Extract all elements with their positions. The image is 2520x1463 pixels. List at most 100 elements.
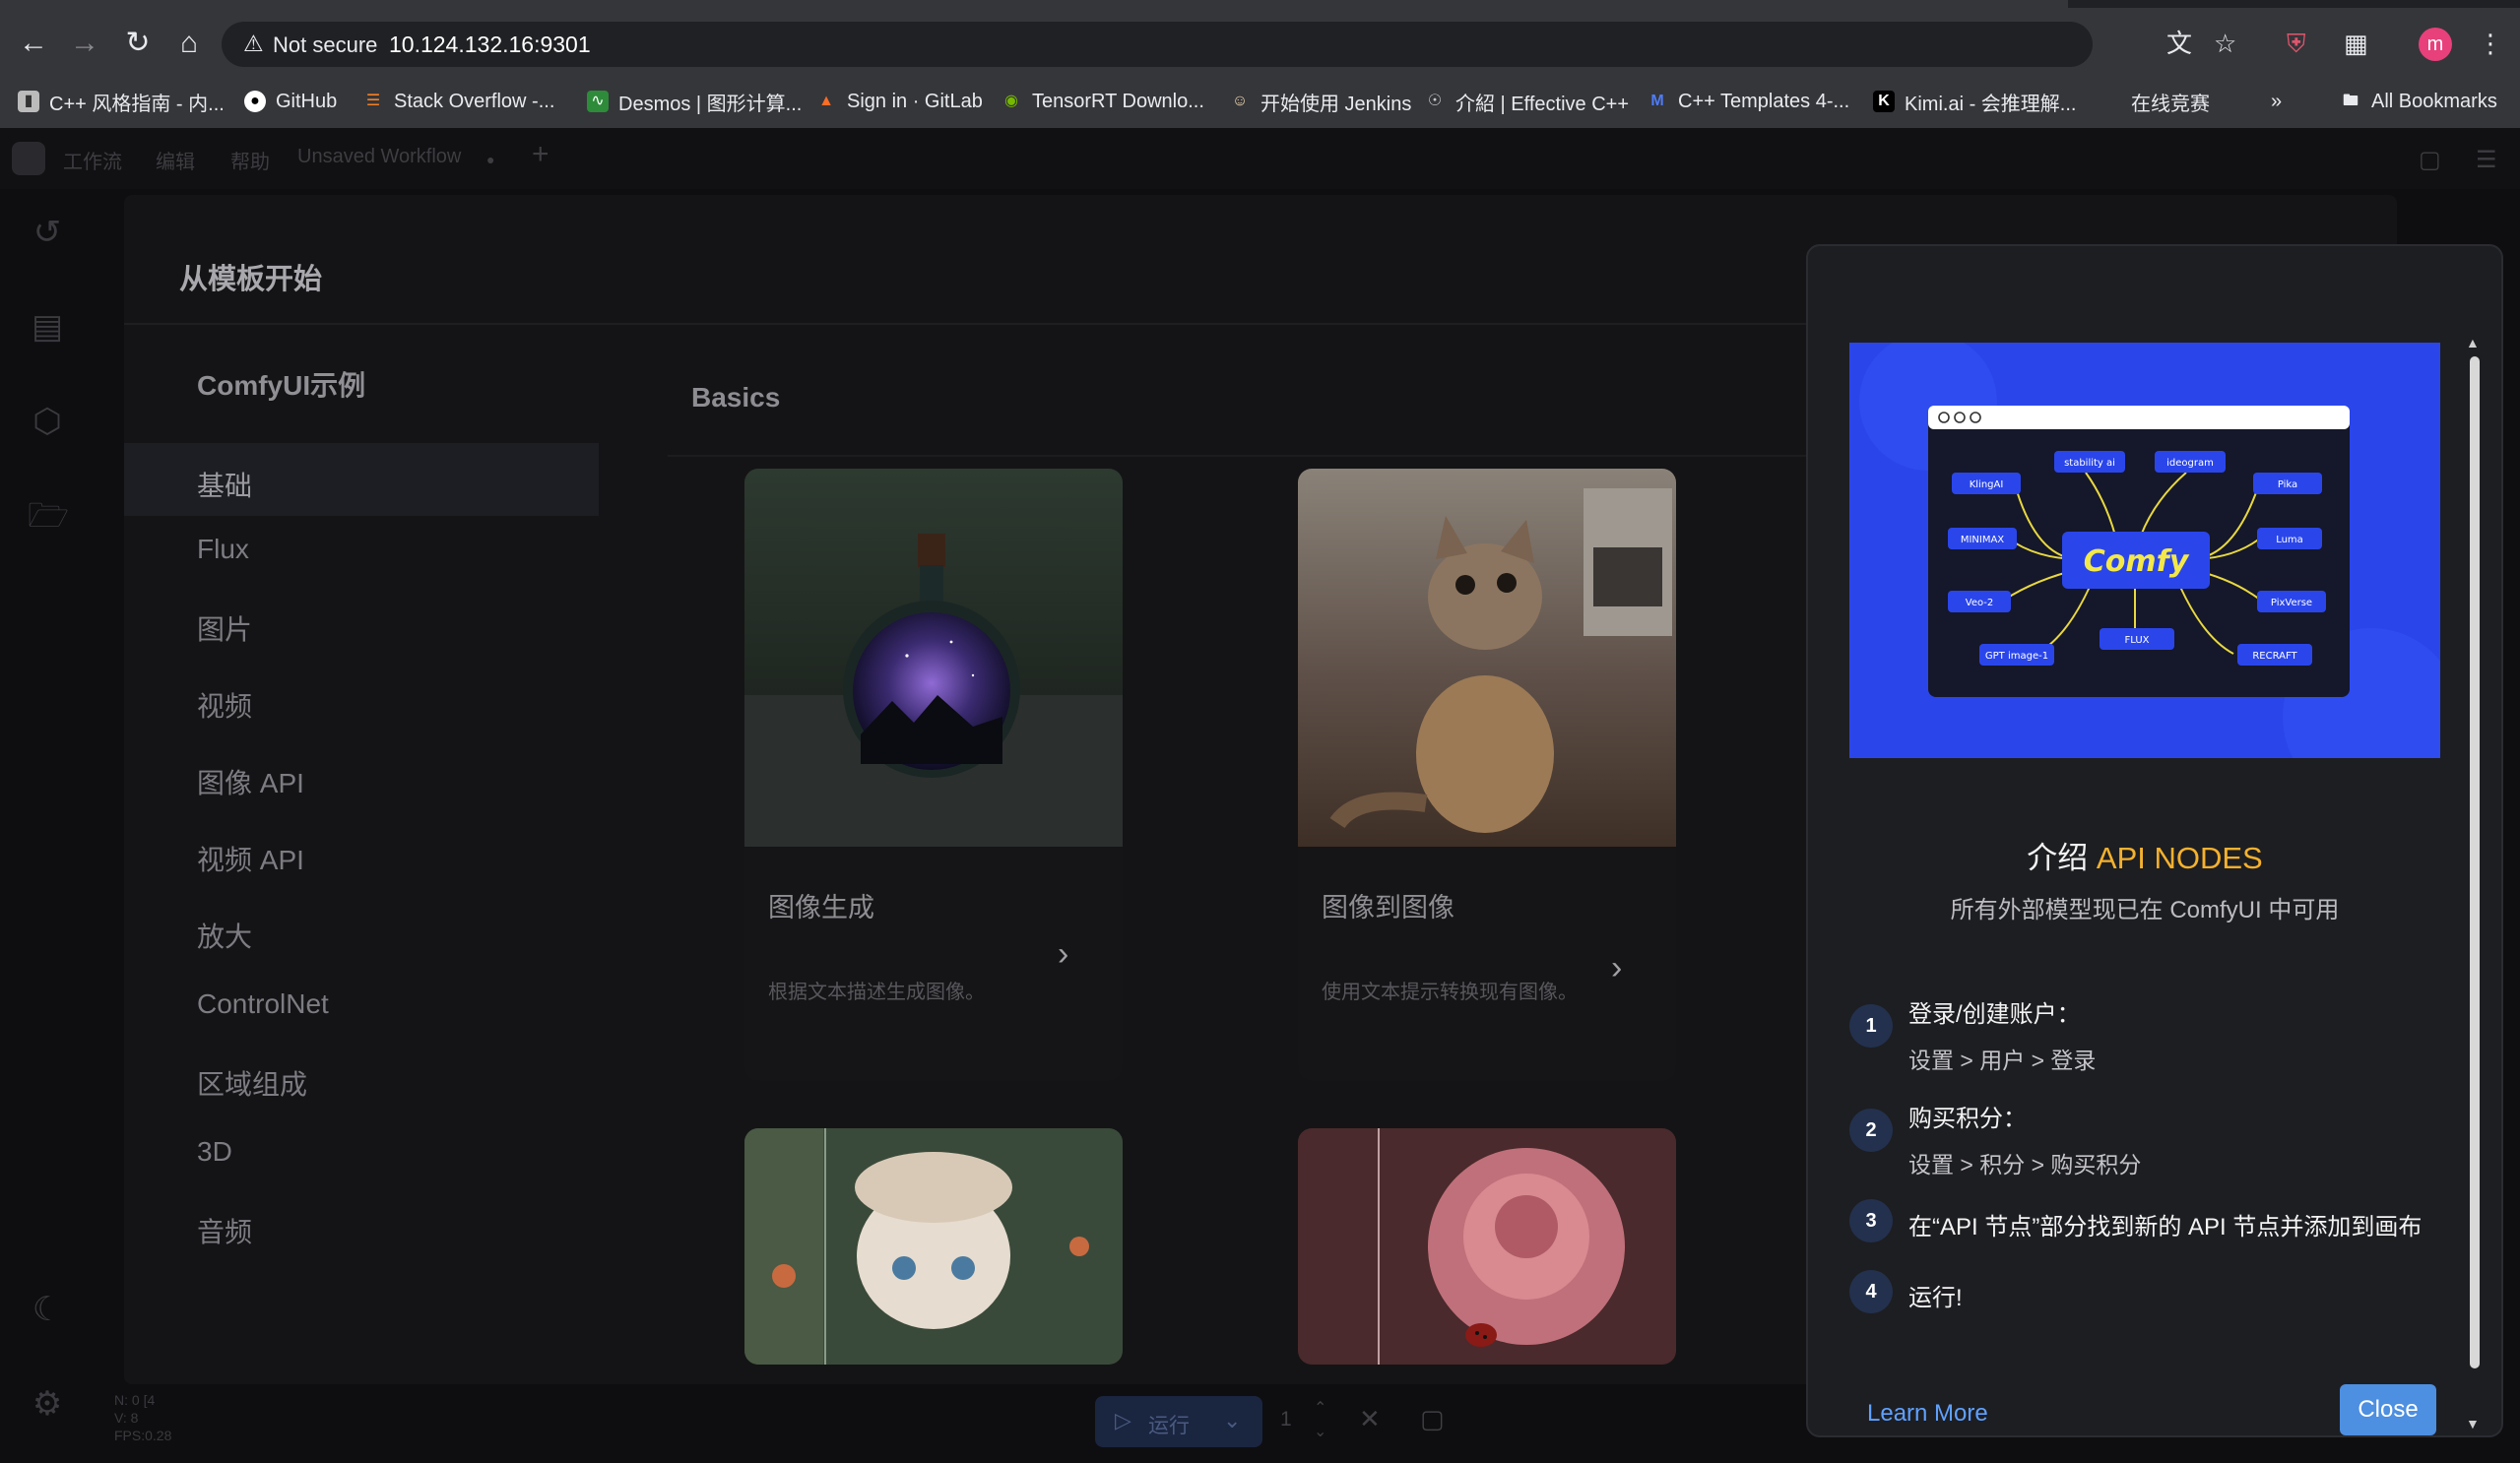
comfy-logo-icon[interactable] bbox=[12, 142, 45, 175]
menu-help[interactable]: 帮助 bbox=[230, 146, 270, 174]
globe-icon: ☉ bbox=[1427, 93, 1443, 109]
folder-icon: 🖿 bbox=[2342, 93, 2358, 109]
active-tab[interactable] bbox=[0, 0, 2068, 8]
translate-icon[interactable]: 文 bbox=[2166, 24, 2192, 63]
stepper-down-icon[interactable]: ⌄ bbox=[1314, 1422, 1326, 1441]
category-image[interactable]: 图片 bbox=[197, 608, 252, 648]
m-logo-icon: M bbox=[1650, 93, 1664, 109]
scrollbar-thumb[interactable] bbox=[2470, 356, 2480, 1368]
address-bar[interactable]: ⚠ Not secure 10.124.132.16:9301 bbox=[222, 22, 2093, 67]
unsaved-dot-icon: ● bbox=[486, 152, 495, 167]
more-menu-icon[interactable]: ⋮ bbox=[2478, 24, 2503, 63]
bookmark-item[interactable]: ▮ C++ 风格指南 - 内... bbox=[18, 85, 225, 118]
gitlab-icon: ▲ bbox=[818, 93, 834, 109]
add-tab-icon[interactable]: + bbox=[532, 138, 549, 171]
scroll-up-icon[interactable]: ▲ bbox=[2466, 335, 2480, 350]
home-icon[interactable]: ⌂ bbox=[169, 24, 209, 63]
card-title: 图像生成 bbox=[768, 893, 874, 922]
bookmark-item[interactable]: 在线竞赛 bbox=[2100, 85, 2210, 118]
card-title: 图像到图像 bbox=[1322, 893, 1454, 922]
book-icon: ▮ bbox=[18, 91, 39, 112]
close-button[interactable]: Close bbox=[2340, 1384, 2436, 1435]
provider-label: Veo-2 bbox=[1966, 598, 1994, 608]
shield-icon[interactable]: ⛨ bbox=[2287, 24, 2306, 63]
section-title: Basics bbox=[691, 382, 781, 413]
template-card[interactable] bbox=[1298, 1128, 1676, 1365]
extensions-icon[interactable]: ▦ bbox=[2344, 24, 2368, 63]
category-flux[interactable]: Flux bbox=[197, 534, 249, 565]
scroll-down-icon[interactable]: ▼ bbox=[2466, 1416, 2480, 1431]
card-description: 根据文本描述生成图像。 bbox=[768, 982, 985, 1003]
category-image-api[interactable]: 图像 API bbox=[197, 762, 304, 801]
rose-thumbnail bbox=[1298, 1128, 1676, 1365]
batch-count[interactable]: 1 bbox=[1280, 1408, 1292, 1431]
chevron-right-icon[interactable]: › bbox=[1611, 949, 1622, 987]
category-upscale[interactable]: 放大 bbox=[197, 916, 252, 955]
menu-edit[interactable]: 编辑 bbox=[156, 146, 195, 174]
category-controlnet[interactable]: ControlNet bbox=[197, 988, 329, 1020]
node-library-icon[interactable]: ⬡ bbox=[28, 402, 67, 441]
menu-workflow[interactable]: 工作流 bbox=[63, 146, 122, 174]
layout-icon[interactable]: ▢ bbox=[2419, 146, 2441, 174]
provider-label: ideogram bbox=[2166, 458, 2214, 469]
category-area-composition[interactable]: 区域组成 bbox=[197, 1063, 307, 1103]
avatar[interactable]: m bbox=[2419, 28, 2452, 61]
star-icon[interactable]: ☆ bbox=[2214, 24, 2236, 63]
desmos-icon: ∿ bbox=[587, 91, 609, 112]
tab-strip bbox=[0, 0, 2520, 8]
chevron-right-icon[interactable]: › bbox=[1058, 935, 1068, 974]
chevron-down-icon[interactable]: ⌄ bbox=[1223, 1408, 1241, 1433]
category-video[interactable]: 视频 bbox=[197, 685, 252, 725]
all-bookmarks[interactable]: 🖿 All Bookmarks bbox=[2340, 85, 2497, 118]
bookmark-item[interactable]: ◉ TensorRT Downlo... bbox=[1001, 85, 1204, 118]
hamburger-icon[interactable]: ☰ bbox=[2476, 146, 2497, 174]
category-video-api[interactable]: 视频 API bbox=[197, 839, 304, 878]
category-audio[interactable]: 音频 bbox=[197, 1211, 252, 1250]
bookmark-item[interactable]: ☰ Stack Overflow -... bbox=[362, 85, 555, 118]
bookmark-item[interactable]: ☺ 开始使用 Jenkins bbox=[1229, 85, 1412, 118]
bookmark-item[interactable]: ● GitHub bbox=[244, 85, 337, 118]
bookmark-item[interactable]: M C++ Templates 4-... bbox=[1647, 85, 1849, 118]
provider-label: MINIMAX bbox=[1961, 535, 2004, 545]
dialog-title: 从模板开始 bbox=[179, 264, 323, 295]
step-path: 设置 > 积分 > 购买积分 bbox=[1908, 1152, 2142, 1177]
browser-chrome: ← → ↻ ⌂ ⚠ Not secure 10.124.132.16:9301 … bbox=[0, 0, 2520, 128]
step-title: 在“API 节点”部分找到新的 API 节点并添加到画布 bbox=[1908, 1214, 2423, 1240]
forward-icon[interactable]: → bbox=[65, 24, 104, 63]
bookmark-item[interactable]: K Kimi.ai - 会推理解... bbox=[1873, 85, 2076, 118]
run-button[interactable]: ▷ 运行 ⌄ bbox=[1095, 1396, 1262, 1447]
provider-label: GPT image-1 bbox=[1985, 651, 2048, 662]
security-label[interactable]: Not secure bbox=[273, 32, 377, 58]
bookmark-item[interactable]: ∿ Desmos | 图形计算... bbox=[587, 85, 802, 118]
back-icon[interactable]: ← bbox=[14, 24, 53, 63]
api-nodes-banner: Comfy stability ai ideogram KlingAI Pika… bbox=[1849, 343, 2440, 758]
history-icon[interactable]: ↺ bbox=[28, 213, 67, 252]
category-basics[interactable]: 基础 bbox=[197, 465, 252, 504]
kimi-icon: K bbox=[1873, 91, 1895, 112]
template-card[interactable]: 图像到图像 使用文本提示转换现有图像。 › bbox=[1298, 469, 1676, 1081]
step-path: 设置 > 用户 > 登录 bbox=[1908, 1048, 2097, 1073]
bookmark-item[interactable]: ▲ Sign in · GitLab bbox=[815, 85, 983, 118]
stepper-up-icon[interactable]: ⌃ bbox=[1314, 1398, 1326, 1418]
provider-label: PixVerse bbox=[2271, 598, 2312, 608]
template-card[interactable]: 图像生成 根据文本描述生成图像。 › bbox=[744, 469, 1123, 1081]
workflow-tab[interactable]: Unsaved Workflow bbox=[297, 146, 461, 168]
bookmark-item[interactable]: ☉ 介紹 | Effective C++ bbox=[1424, 85, 1629, 118]
category-3d[interactable]: 3D bbox=[197, 1136, 232, 1168]
settings-gear-icon[interactable]: ⚙ bbox=[28, 1384, 67, 1424]
cancel-icon[interactable]: ✕ bbox=[1359, 1404, 1381, 1434]
learn-more-link[interactable]: Learn More bbox=[1867, 1400, 1988, 1428]
chevron-double-right-icon[interactable]: » bbox=[2271, 85, 2282, 118]
fps-line: V: 8 bbox=[114, 1410, 139, 1426]
moon-icon[interactable]: ☾ bbox=[28, 1290, 67, 1329]
step-number: 3 bbox=[1849, 1199, 1893, 1242]
queue-list-icon[interactable]: ▤ bbox=[28, 307, 67, 347]
reload-icon[interactable]: ↻ bbox=[118, 24, 158, 63]
blank-icon bbox=[2100, 91, 2121, 112]
template-card[interactable] bbox=[744, 1128, 1123, 1365]
url-text[interactable]: 10.124.132.16:9301 bbox=[389, 32, 591, 58]
provider-label: RECRAFT bbox=[2252, 651, 2297, 662]
folder-icon[interactable]: 🗁 bbox=[28, 496, 69, 536]
stop-icon[interactable]: ▢ bbox=[1420, 1404, 1445, 1434]
navigation-bar: ← → ↻ ⌂ ⚠ Not secure 10.124.132.16:9301 … bbox=[0, 10, 2520, 75]
